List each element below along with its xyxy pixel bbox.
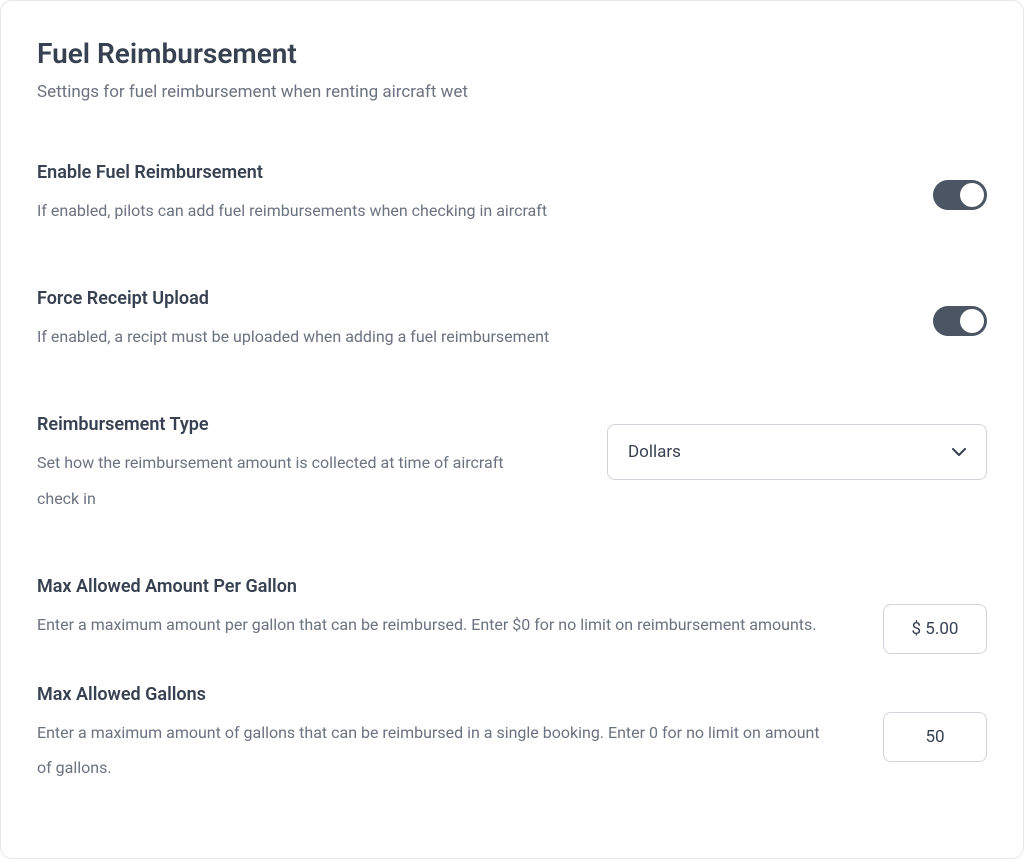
force-receipt-toggle[interactable] xyxy=(933,306,987,336)
setting-label: Max Allowed Amount Per Gallon xyxy=(37,576,837,597)
setting-enable-fuel-reimbursement: Enable Fuel Reimbursement If enabled, pi… xyxy=(37,162,987,228)
setting-text: Enable Fuel Reimbursement If enabled, pi… xyxy=(37,162,933,228)
select-value: Dollars xyxy=(628,442,681,462)
setting-desc: If enabled, a recipt must be uploaded wh… xyxy=(37,319,903,354)
settings-card: Fuel Reimbursement Settings for fuel rei… xyxy=(0,0,1024,859)
reimbursement-type-select[interactable]: Dollars xyxy=(607,424,987,480)
setting-label: Enable Fuel Reimbursement xyxy=(37,162,903,183)
setting-label: Force Receipt Upload xyxy=(37,288,903,309)
setting-text: Max Allowed Gallons Enter a maximum amou… xyxy=(37,684,867,785)
setting-text: Force Receipt Upload If enabled, a recip… xyxy=(37,288,933,354)
setting-control xyxy=(933,162,987,210)
setting-desc: Enter a maximum amount of gallons that c… xyxy=(37,715,837,785)
page-title: Fuel Reimbursement xyxy=(37,37,987,70)
setting-max-per-gallon: Max Allowed Amount Per Gallon Enter a ma… xyxy=(37,576,987,654)
setting-control xyxy=(933,288,987,336)
toggle-knob xyxy=(960,183,984,207)
page-subtitle: Settings for fuel reimbursement when ren… xyxy=(37,82,987,102)
max-per-gallon-input[interactable]: $ 5.00 xyxy=(883,604,987,654)
setting-text: Max Allowed Amount Per Gallon Enter a ma… xyxy=(37,576,867,642)
chevron-down-icon xyxy=(952,445,966,459)
setting-text: Reimbursement Type Set how the reimburse… xyxy=(37,414,577,515)
setting-max-gallons: Max Allowed Gallons Enter a maximum amou… xyxy=(37,684,987,785)
setting-desc: If enabled, pilots can add fuel reimburs… xyxy=(37,193,903,228)
setting-reimbursement-type: Reimbursement Type Set how the reimburse… xyxy=(37,414,987,515)
setting-force-receipt-upload: Force Receipt Upload If enabled, a recip… xyxy=(37,288,987,354)
setting-desc: Set how the reimbursement amount is coll… xyxy=(37,445,547,515)
enable-toggle[interactable] xyxy=(933,180,987,210)
toggle-knob xyxy=(960,309,984,333)
setting-label: Max Allowed Gallons xyxy=(37,684,837,705)
setting-label: Reimbursement Type xyxy=(37,414,547,435)
max-gallons-input[interactable]: 50 xyxy=(883,712,987,762)
setting-control: 50 xyxy=(883,684,987,762)
setting-desc: Enter a maximum amount per gallon that c… xyxy=(37,607,837,642)
setting-control: Dollars xyxy=(607,414,987,480)
setting-control: $ 5.00 xyxy=(883,576,987,654)
